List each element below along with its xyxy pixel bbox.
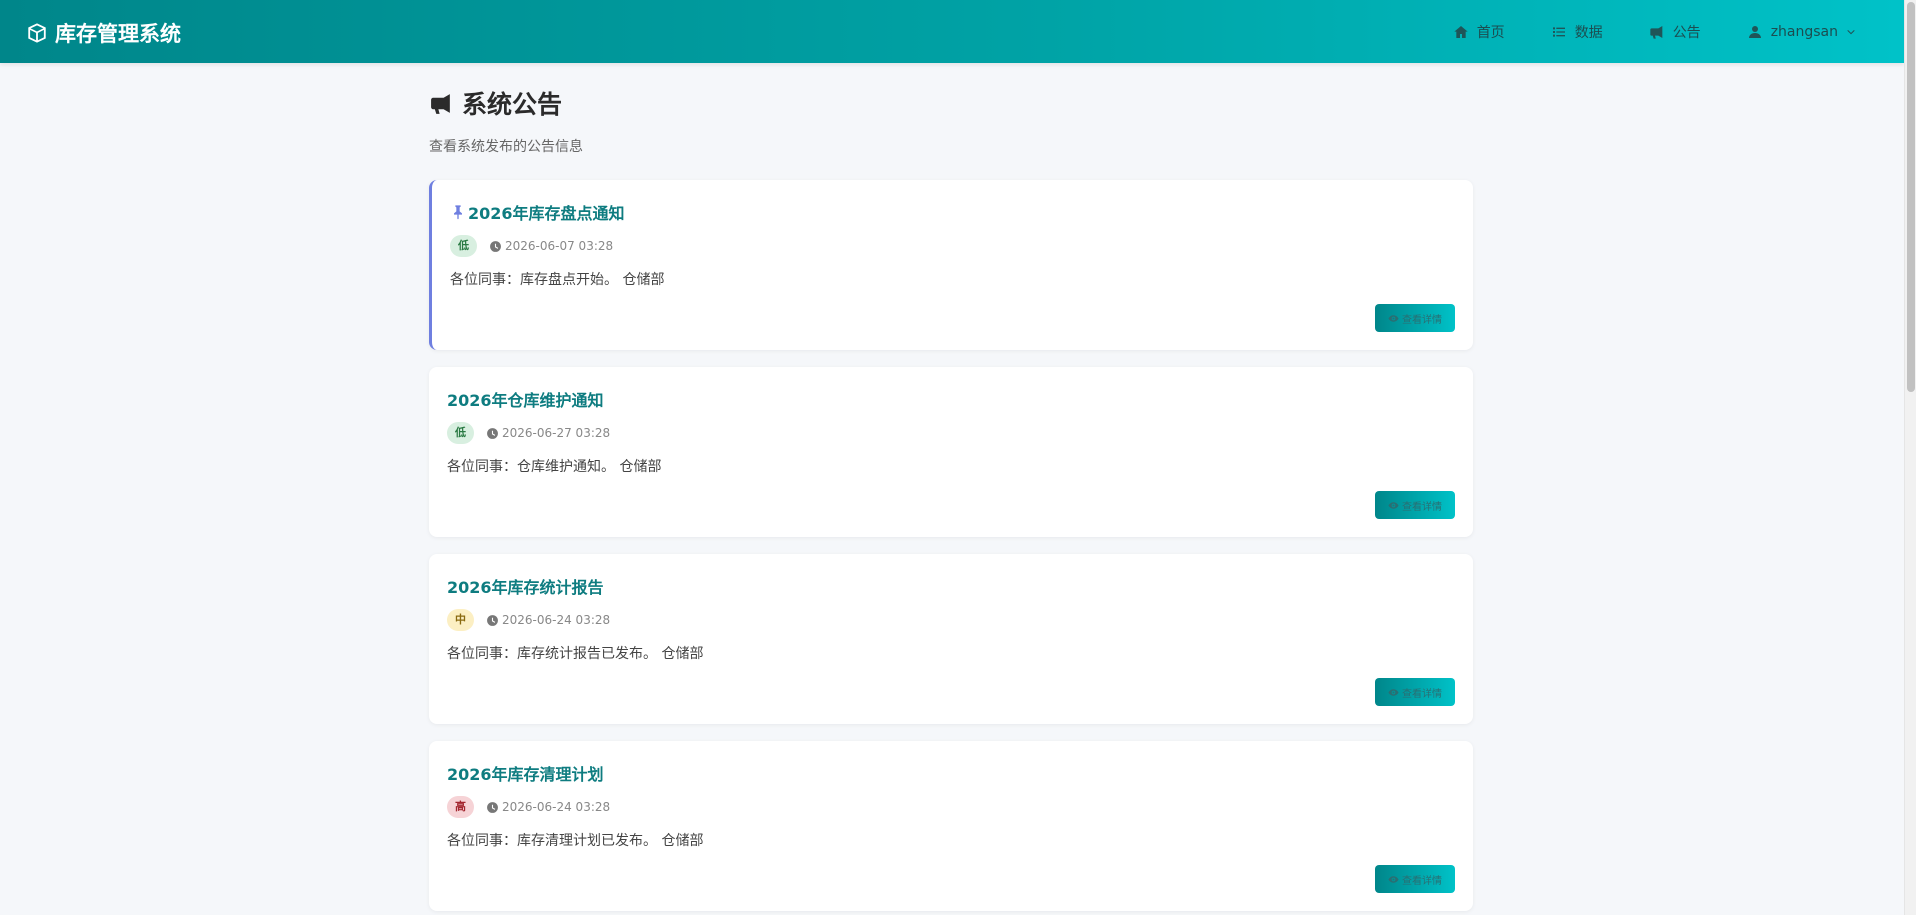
clock-icon — [487, 801, 498, 813]
nav-menu: 首页 数据 公告 zhangsan — [1453, 0, 1904, 63]
brand-logo-link[interactable]: 库存管理系统 — [26, 18, 181, 48]
scrollbar-thumb[interactable] — [1907, 2, 1915, 392]
priority-badge: 低 — [450, 235, 477, 257]
eye-icon — [1388, 875, 1399, 883]
announcement-title[interactable]: 2026年库存清理计划 — [447, 761, 1455, 785]
announcement-meta: 中 2026-06-24 03:28 — [447, 609, 1455, 631]
announcement-content: 各位同事：库存统计报告已发布。 仓储部 — [447, 646, 704, 662]
priority-badge: 低 — [447, 422, 474, 444]
announcement-title[interactable]: 2026年库存盘点通知 — [450, 200, 1455, 224]
page-title-text: 系统公告 — [462, 90, 563, 119]
main-content: 系统公告 查看系统发布的公告信息 2026年库存盘点通知 低 2026-06-0… — [429, 63, 1473, 911]
home-icon — [1454, 25, 1468, 38]
eye-icon — [1388, 688, 1399, 696]
announcement-content: 各位同事：库存盘点开始。 仓储部 — [450, 272, 665, 288]
nav-item-home[interactable]: 首页 — [1453, 22, 1505, 42]
announcement-card: 2026年库存盘点通知 低 2026-06-07 03:28 各位同事：库存盘点… — [429, 180, 1473, 350]
announcement-title[interactable]: 2026年库存统计报告 — [447, 574, 1455, 598]
pin-icon — [454, 205, 462, 220]
megaphone-icon — [431, 93, 450, 114]
view-details-button[interactable]: 查看详情 — [1375, 865, 1455, 893]
nav-item-announcements[interactable]: 公告 — [1649, 22, 1701, 42]
clock-icon — [490, 240, 501, 252]
nav-item-data[interactable]: 数据 — [1551, 22, 1603, 42]
announcement-card: 2026年仓库维护通知 低 2026-06-27 03:28 各位同事：仓库维护… — [429, 367, 1473, 537]
announcement-date: 2026-06-24 03:28 — [502, 800, 611, 814]
announcement-card: 2026年库存统计报告 中 2026-06-24 03:28 各位同事：库存统计… — [429, 554, 1473, 724]
nav-item-label: 数据 — [1574, 24, 1603, 41]
announcement-title[interactable]: 2026年仓库维护通知 — [447, 387, 1455, 411]
view-details-label: 查看详情 — [1402, 688, 1442, 700]
view-details-label: 查看详情 — [1402, 875, 1442, 887]
priority-badge: 高 — [447, 796, 474, 818]
list-icon — [1552, 26, 1565, 37]
announcement-title-text: 2026年库存统计报告 — [447, 578, 604, 597]
announcement-content: 各位同事：仓库维护通知。 仓储部 — [447, 459, 662, 475]
view-details-button[interactable]: 查看详情 — [1375, 491, 1455, 519]
announcement-meta: 低 2026-06-27 03:28 — [447, 422, 1455, 444]
chevron-down-icon — [1847, 29, 1855, 34]
clock-icon — [487, 427, 498, 439]
view-details-button[interactable]: 查看详情 — [1375, 304, 1455, 332]
clock-icon — [487, 614, 498, 626]
vertical-scrollbar[interactable] — [1904, 0, 1916, 915]
user-name: zhangsan — [1770, 23, 1838, 40]
eye-icon — [1388, 314, 1399, 322]
announcement-title-text: 2026年仓库维护通知 — [447, 391, 604, 410]
top-navbar: 库存管理系统 首页 数据 公告 zhangsan — [0, 0, 1904, 63]
announcement-card: 2026年库存清理计划 高 2026-06-24 03:28 各位同事：库存清理… — [429, 741, 1473, 911]
announcement-title-text: 2026年库存清理计划 — [447, 765, 604, 784]
megaphone-icon — [1650, 25, 1663, 39]
page-title: 系统公告 — [429, 85, 1473, 121]
announcement-meta: 低 2026-06-07 03:28 — [450, 235, 1455, 257]
brand-title: 库存管理系统 — [55, 22, 181, 46]
priority-badge: 中 — [447, 609, 474, 631]
announcement-date: 2026-06-27 03:28 — [502, 426, 611, 440]
view-details-label: 查看详情 — [1402, 501, 1442, 513]
page-subtitle: 查看系统发布的公告信息 — [429, 139, 583, 155]
announcement-date: 2026-06-07 03:28 — [505, 239, 614, 253]
user-menu-dropdown[interactable]: zhangsan — [1747, 24, 1856, 40]
view-details-button[interactable]: 查看详情 — [1375, 678, 1455, 706]
nav-item-label: 首页 — [1476, 24, 1505, 41]
announcement-date: 2026-06-24 03:28 — [502, 613, 611, 627]
announcement-content: 各位同事：库存清理计划已发布。 仓储部 — [447, 833, 704, 849]
eye-icon — [1388, 501, 1399, 509]
announcement-meta: 高 2026-06-24 03:28 — [447, 796, 1455, 818]
nav-item-label: 公告 — [1672, 24, 1701, 41]
cube-icon — [28, 23, 46, 43]
view-details-label: 查看详情 — [1402, 314, 1442, 326]
user-icon — [1748, 25, 1761, 38]
announcement-title-text: 2026年库存盘点通知 — [468, 204, 625, 223]
